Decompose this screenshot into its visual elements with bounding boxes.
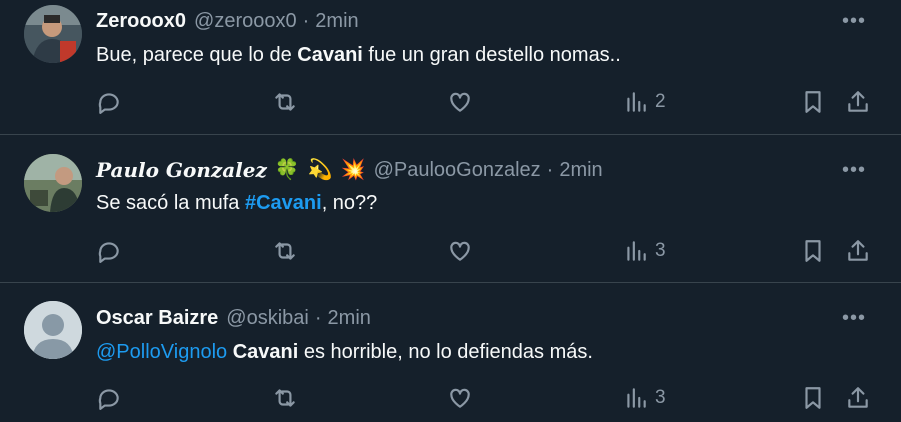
reply-button[interactable] (96, 87, 122, 117)
name-emoji: 💥 (340, 159, 366, 181)
timestamp[interactable]: 2min (328, 307, 371, 330)
bookmark-button[interactable] (800, 87, 826, 117)
bookmark-button[interactable] (800, 236, 826, 266)
text-segment: Se sacó la mufa (96, 192, 245, 214)
avatar[interactable] (24, 5, 82, 63)
share-icon (848, 240, 868, 261)
text-highlight: Cavani (232, 341, 299, 363)
name-emoji: 💫 (307, 159, 333, 181)
retweet-icon (275, 242, 295, 260)
reply-button[interactable] (96, 383, 122, 413)
mention-link[interactable]: @PolloVignolo (96, 341, 227, 363)
views-button[interactable]: 3 (623, 236, 666, 266)
user-handle[interactable]: @zerooox0 (194, 10, 297, 33)
hashtag-link[interactable]: #Cavani (245, 192, 322, 214)
heart-icon (450, 241, 470, 261)
more-options-button[interactable]: ••• (837, 9, 871, 33)
display-name[interactable]: Paulo Gonzalez (96, 158, 267, 182)
avatar[interactable] (24, 301, 82, 359)
share-icon (848, 91, 868, 112)
tweet-actions: 3 (0, 236, 901, 266)
name-emoji: 🍀 (274, 159, 300, 181)
views-button[interactable]: 2 (623, 87, 666, 117)
share-button[interactable] (845, 236, 871, 266)
tweet-actions: 2 (0, 87, 901, 117)
views-button[interactable]: 3 (623, 383, 666, 413)
more-options-button[interactable]: ••• (837, 158, 871, 182)
tweet-header: Oscar Baizre @oskibai · 2min (96, 306, 841, 330)
text-segment: fue un gran destello nomas.. (362, 44, 621, 66)
share-button[interactable] (845, 87, 871, 117)
views-count: 2 (655, 91, 666, 112)
share-button[interactable] (845, 383, 871, 413)
heart-icon (450, 92, 470, 112)
avatar[interactable] (24, 154, 82, 212)
retweet-button[interactable] (272, 236, 298, 266)
text-segment: Bue, parece que lo de (96, 44, 298, 66)
views-chart-icon (627, 241, 646, 261)
tweet-header: Paulo Gonzalez 🍀 💫 💥 @PaulooGonzalez · 2… (96, 158, 841, 182)
user-handle[interactable]: @oskibai (226, 307, 309, 330)
timestamp[interactable]: 2min (315, 10, 358, 33)
share-icon (848, 387, 868, 408)
bookmark-icon (805, 240, 821, 262)
like-button[interactable] (447, 236, 473, 266)
views-chart-icon (627, 388, 646, 408)
bookmark-icon (805, 387, 821, 409)
like-button[interactable] (447, 383, 473, 413)
separator-dot: · (302, 9, 310, 32)
display-name[interactable]: Oscar Baizre (96, 307, 218, 330)
tweet-text: @PolloVignolo Cavani es horrible, no lo … (96, 339, 871, 365)
tweet-actions: 3 (0, 383, 901, 413)
text-segment: , no?? (321, 192, 378, 214)
avatar-photo (24, 5, 82, 63)
more-options-button[interactable]: ••• (837, 306, 871, 330)
views-chart-icon (627, 92, 646, 112)
text-segment: es horrible, no lo defiendas más. (298, 341, 593, 363)
heart-icon (450, 388, 470, 408)
retweet-icon (275, 389, 295, 407)
text-highlight: Cavani (297, 44, 363, 66)
like-button[interactable] (447, 87, 473, 117)
display-name[interactable]: Zerooox0 (96, 10, 186, 33)
timestamp[interactable]: 2min (559, 159, 602, 182)
reply-icon (98, 389, 119, 410)
user-handle[interactable]: @PaulooGonzalez (374, 159, 541, 182)
separator-dot: · (314, 306, 322, 329)
tweet[interactable]: Paulo Gonzalez 🍀 💫 💥 @PaulooGonzalez · 2… (0, 135, 901, 283)
views-count: 3 (655, 240, 666, 261)
views-count: 3 (655, 387, 666, 408)
bookmark-icon (805, 91, 821, 113)
tweet-text: Bue, parece que lo de Cavani fue un gran… (96, 42, 871, 68)
tweet[interactable]: Zerooox0 @zerooox0 · 2min ••• Bue, parec… (0, 0, 901, 135)
reply-button[interactable] (96, 236, 122, 266)
tweet-header: Zerooox0 @zerooox0 · 2min (96, 9, 841, 33)
reply-icon (98, 242, 119, 263)
retweet-button[interactable] (272, 383, 298, 413)
separator-dot: · (546, 158, 554, 181)
avatar-photo (24, 154, 82, 212)
bookmark-button[interactable] (800, 383, 826, 413)
tweet[interactable]: Oscar Baizre @oskibai · 2min ••• @PolloV… (0, 283, 901, 422)
retweet-icon (275, 93, 295, 111)
retweet-button[interactable] (272, 87, 298, 117)
reply-icon (98, 93, 119, 114)
default-avatar-icon (24, 301, 82, 359)
tweet-text: Se sacó la mufa #Cavani, no?? (96, 190, 871, 216)
